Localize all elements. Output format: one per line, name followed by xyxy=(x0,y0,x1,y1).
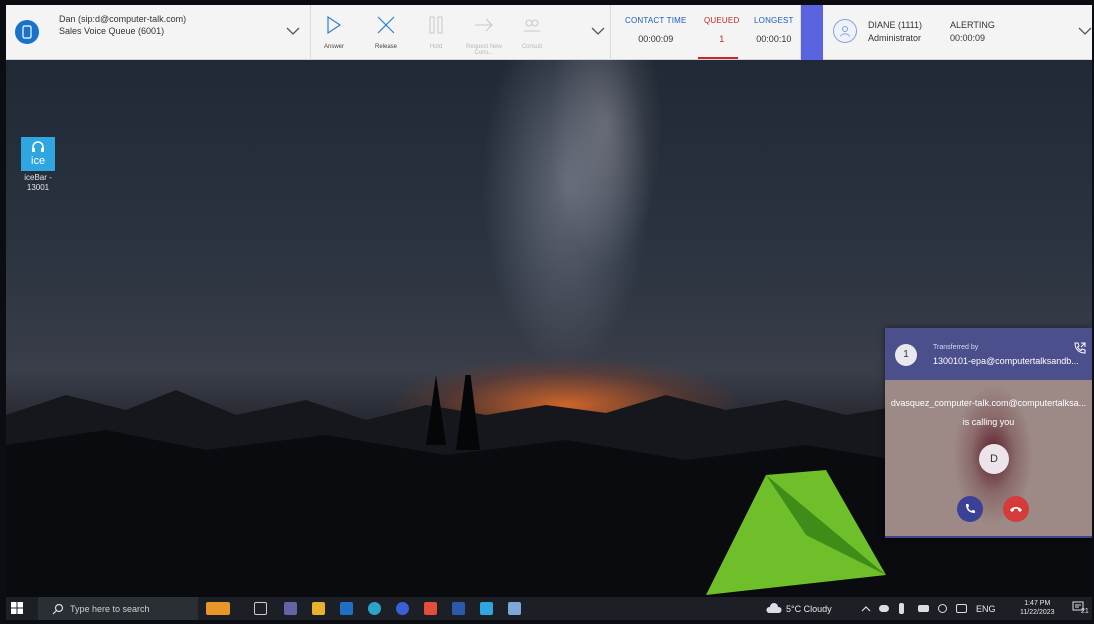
consult-icon xyxy=(524,19,540,32)
desktop-shortcut-label: iceBar - 13001 xyxy=(24,173,52,192)
desktop-shortcut-icebar[interactable]: ice iceBar - 13001 xyxy=(14,137,62,193)
phone-device-icon xyxy=(15,20,39,44)
contact-time-stat: CONTACT TIME 00:00:09 xyxy=(625,16,687,44)
queue-statistics: CONTACT TIME 00:00:09 QUEUED 1 LONGEST 0… xyxy=(611,5,801,60)
release-label: Release xyxy=(374,44,397,50)
toast-body: dvasquez_computer-talk.com@computertalks… xyxy=(885,380,1092,538)
chevron-down-icon[interactable] xyxy=(286,26,300,36)
calling-text: is calling you xyxy=(962,417,1015,427)
user-status: ALERTING xyxy=(950,20,995,30)
toast-header: 1 Transferred by 1300101-epa@computertal… xyxy=(885,328,1092,380)
windows-start-icon[interactable] xyxy=(11,602,23,614)
call-actions: Answer Release Hold Request New Cons... … xyxy=(311,5,611,60)
webex-icon[interactable] xyxy=(396,602,409,615)
screen: Dan (sip:d@computer-talk.com) Sales Voic… xyxy=(6,5,1092,620)
headset-icon xyxy=(32,141,44,152)
edge-icon[interactable] xyxy=(368,602,381,615)
volume-icon[interactable] xyxy=(938,604,947,613)
agent-name: Dan (sip:d@computer-talk.com) xyxy=(59,14,187,24)
pause-icon xyxy=(429,16,443,34)
caller-id: dvasquez_computer-talk.com@computertalks… xyxy=(890,398,1087,408)
briefcase-app-icon[interactable] xyxy=(206,602,230,615)
answer-call-button[interactable] xyxy=(957,496,983,522)
transferred-by-label: Transferred by xyxy=(933,344,979,351)
hold-button[interactable]: Hold xyxy=(411,13,461,50)
weather-text[interactable]: 5°C Cloudy xyxy=(786,604,832,614)
microphone-icon[interactable] xyxy=(899,603,904,614)
word-icon[interactable] xyxy=(452,602,465,615)
answer-button[interactable]: Answer xyxy=(309,13,359,50)
release-button[interactable]: Release xyxy=(361,13,411,50)
system-clock[interactable]: 1:47 PM 11/22/2023 xyxy=(1020,599,1055,617)
transferred-from: 1300101-epa@computertalksandb... xyxy=(933,356,1079,366)
teams-icon[interactable] xyxy=(284,602,297,615)
longest-label: LONGEST xyxy=(754,16,794,25)
longest-stat: LONGEST 00:00:10 xyxy=(754,16,794,44)
search-icon xyxy=(52,603,64,614)
user-panel[interactable]: DIANE (1111) Administrator ALERTING 00:0… xyxy=(823,5,1092,60)
answer-label: Answer xyxy=(323,44,344,50)
queued-value: 1 xyxy=(719,34,725,44)
consult-label: Consult xyxy=(521,44,543,50)
request-new-consult-button[interactable]: Request New Cons... xyxy=(459,13,509,56)
notification-count: 21 xyxy=(1081,608,1089,615)
remote-app-icon[interactable] xyxy=(508,602,521,615)
file-explorer-icon[interactable] xyxy=(312,602,325,615)
chevron-down-icon[interactable] xyxy=(591,26,605,36)
user-status-timer: 00:00:09 xyxy=(950,33,986,43)
request-new-consult-label: Request New Cons... xyxy=(465,44,503,56)
queued-stat[interactable]: QUEUED 1 xyxy=(704,16,739,44)
queued-label: QUEUED xyxy=(704,16,740,25)
icebar-taskbar-icon[interactable] xyxy=(480,602,493,615)
consult-button[interactable]: Consult xyxy=(507,13,557,50)
user-role: Administrator xyxy=(868,33,922,43)
decline-call-button[interactable] xyxy=(1003,496,1029,522)
agent-session[interactable]: Dan (sip:d@computer-talk.com) Sales Voic… xyxy=(6,5,311,60)
icebar-tile-text: ice xyxy=(31,155,46,167)
cloud-icon xyxy=(766,603,782,613)
phone-icon xyxy=(966,504,975,513)
search-placeholder: Type here to search xyxy=(70,603,150,614)
slides-app-icon[interactable] xyxy=(424,602,437,615)
user-avatar-icon xyxy=(833,19,857,43)
clock-date: 11/22/2023 xyxy=(1020,609,1055,616)
agent-queue: Sales Voice Queue (6001) xyxy=(59,26,165,36)
contact-time-value: 00:00:09 xyxy=(638,34,674,44)
user-name: DIANE (1111) xyxy=(868,20,923,30)
caller-avatar: D xyxy=(979,444,1009,474)
incoming-call-toast: 1 Transferred by 1300101-epa@computertal… xyxy=(885,328,1092,538)
longest-value: 00:00:10 xyxy=(756,34,792,44)
clock-time: 1:47 PM xyxy=(1024,600,1051,607)
queued-underline xyxy=(698,57,738,59)
windows-taskbar: Type here to search 5°C Cloudy ENG 1:47 … xyxy=(6,597,1092,620)
task-view-icon[interactable] xyxy=(254,602,267,615)
battery-icon[interactable] xyxy=(918,605,929,612)
icebar-app-icon: ice xyxy=(21,137,55,171)
hang-up-icon xyxy=(1010,507,1022,512)
hold-label: Hold xyxy=(429,44,443,50)
close-icon xyxy=(377,16,395,34)
taskbar-search[interactable]: Type here to search xyxy=(38,597,198,620)
call-count-badge: 1 xyxy=(895,344,917,366)
phone-transfer-icon xyxy=(1074,342,1086,354)
onedrive-icon[interactable] xyxy=(879,605,889,612)
play-icon xyxy=(327,16,342,34)
outlook-icon[interactable] xyxy=(340,602,353,615)
arrow-right-icon xyxy=(475,18,493,32)
chevron-down-icon[interactable] xyxy=(1078,26,1092,36)
network-icon[interactable] xyxy=(956,604,967,613)
accent-bar xyxy=(801,5,823,60)
contact-time-label: CONTACT TIME xyxy=(625,16,687,25)
chevron-up-icon[interactable] xyxy=(861,605,871,613)
input-language[interactable]: ENG xyxy=(976,604,996,614)
